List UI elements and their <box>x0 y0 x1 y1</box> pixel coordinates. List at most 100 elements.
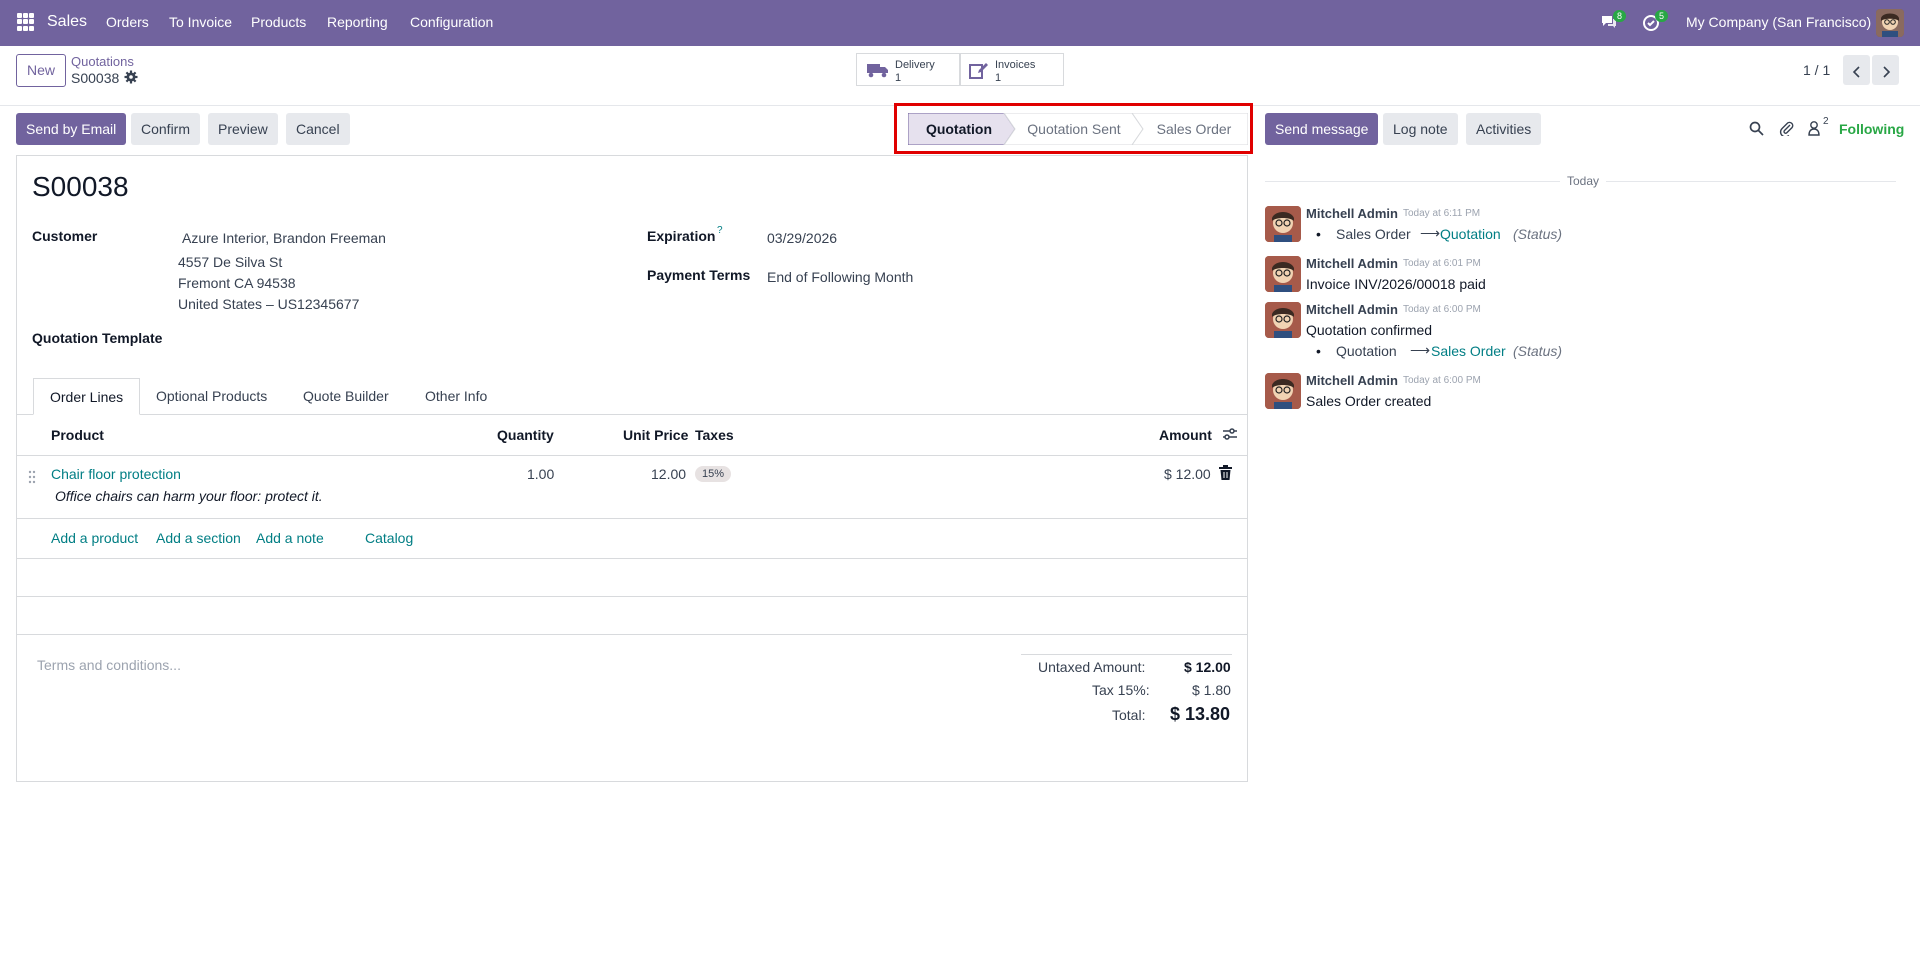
send-message-button[interactable]: Send message <box>1265 113 1379 145</box>
messages-count-badge: 8 <box>1613 10 1627 22</box>
delete-line-trash-icon[interactable] <box>1219 465 1232 483</box>
untaxed-amount-value: $ 12.00 <box>1184 659 1231 675</box>
preview-button[interactable]: Preview <box>208 113 278 145</box>
avatar[interactable] <box>1265 256 1301 292</box>
add-note-link[interactable]: Add a note <box>256 530 324 546</box>
confirm-button[interactable]: Confirm <box>131 113 201 145</box>
smart-button-delivery[interactable]: Delivery 1 <box>856 53 960 86</box>
order-line-tax-badge[interactable]: 15% <box>695 466 732 482</box>
delivery-label: Delivery <box>895 59 935 71</box>
invoices-count: 1 <box>995 72 1002 84</box>
column-header-unit-price[interactable]: Unit Price <box>623 427 688 443</box>
tracking-field: (Status) <box>1513 226 1563 242</box>
tax-value: $ 1.80 <box>1192 682 1231 698</box>
customer-label: Customer <box>32 228 98 244</box>
untaxed-amount-label: Untaxed Amount: <box>1038 659 1146 675</box>
add-product-link[interactable]: Add a product <box>51 530 138 546</box>
table-row[interactable]: Chair floor protection Office chairs can… <box>16 456 1248 518</box>
total-value: $ 13.80 <box>1170 704 1231 724</box>
tracking-old-value: Quotation <box>1336 343 1397 359</box>
date-separator-line-right <box>1606 181 1896 182</box>
order-line-product[interactable]: Chair floor protection <box>51 466 181 482</box>
tab-quote-builder[interactable]: Quote Builder <box>287 378 405 415</box>
app-name[interactable]: Sales <box>47 13 87 31</box>
user-avatar-icon <box>1876 9 1904 37</box>
message-time: Today at 6:00 PM <box>1403 304 1481 315</box>
quotation-template-label: Quotation Template <box>32 330 163 346</box>
row-divider <box>16 518 1248 519</box>
user-avatar[interactable] <box>1876 9 1904 37</box>
menu-products[interactable]: Products <box>251 14 306 30</box>
message-author[interactable]: Mitchell Admin <box>1306 206 1398 221</box>
column-header-quantity[interactable]: Quantity <box>497 427 554 443</box>
record-actions-gear-icon[interactable] <box>124 70 138 87</box>
author-avatar-icon <box>1265 256 1301 292</box>
column-settings-icon[interactable] <box>1222 427 1238 444</box>
menu-reporting[interactable]: Reporting <box>327 14 388 30</box>
message-author[interactable]: Mitchell Admin <box>1306 302 1398 317</box>
company-switcher[interactable]: My Company (San Francisco) <box>1686 14 1871 30</box>
menu-configuration[interactable]: Configuration <box>410 14 493 30</box>
send-by-email-button[interactable]: Send by Email <box>16 113 127 145</box>
totals-divider <box>1021 654 1232 655</box>
log-note-button[interactable]: Log note <box>1383 113 1458 145</box>
pager-next-button[interactable] <box>1872 55 1899 85</box>
avatar[interactable] <box>1265 373 1301 409</box>
payment-terms-field[interactable]: End of Following Month <box>767 269 913 285</box>
catalog-link[interactable]: Catalog <box>365 530 413 546</box>
tab-other-info[interactable]: Other Info <box>409 378 503 415</box>
customer-address-line-2: Fremont CA 94538 <box>178 275 296 291</box>
menu-orders[interactable]: Orders <box>106 14 149 30</box>
message-body: Sales Order created <box>1306 393 1432 409</box>
followers-count: 2 <box>1823 116 1829 127</box>
message-body: Invoice INV/2026/00018 paid <box>1306 276 1486 292</box>
followers-icon[interactable] <box>1808 120 1820 139</box>
truck-icon <box>867 64 888 78</box>
pager-previous-button[interactable] <box>1843 55 1870 85</box>
column-header-product[interactable]: Product <box>51 427 104 443</box>
delivery-count: 1 <box>895 72 902 84</box>
cancel-button[interactable]: Cancel <box>286 113 350 145</box>
tab-order-lines[interactable]: Order Lines <box>33 378 141 415</box>
record-title: S00038 <box>32 171 129 202</box>
top-navbar: Sales Orders To Invoice Products Reporti… <box>0 0 1920 46</box>
message-author[interactable]: Mitchell Admin <box>1306 373 1398 388</box>
add-section-link[interactable]: Add a section <box>156 530 241 546</box>
message-time: Today at 6:11 PM <box>1403 208 1481 219</box>
new-button[interactable]: New <box>16 54 67 87</box>
expiration-help-icon[interactable]: ? <box>717 225 723 236</box>
activities-button-chatter[interactable]: Activities <box>1466 113 1542 145</box>
avatar[interactable] <box>1265 206 1301 242</box>
drag-handle-icon[interactable] <box>28 470 36 487</box>
message-time: Today at 6:01 PM <box>1403 258 1481 269</box>
avatar[interactable] <box>1265 302 1301 338</box>
quotation-template-field[interactable] <box>178 326 618 350</box>
column-header-taxes[interactable]: Taxes <box>695 427 734 443</box>
column-header-amount[interactable]: Amount <box>1159 427 1212 443</box>
arrow-right-icon: ⟶ <box>1420 225 1441 241</box>
smart-button-invoices[interactable]: Invoices 1 <box>960 53 1064 86</box>
total-label: Total: <box>1112 707 1146 723</box>
apps-menu-icon[interactable] <box>17 13 35 31</box>
author-avatar-icon <box>1265 373 1301 409</box>
customer-field[interactable]: Azure Interior, Brandon Freeman <box>182 230 386 246</box>
breadcrumb-quotations[interactable]: Quotations <box>71 54 134 69</box>
tracking-field: (Status) <box>1513 343 1563 359</box>
paperclip-icon[interactable] <box>1779 120 1794 139</box>
row-divider <box>16 558 1248 559</box>
search-icon[interactable] <box>1749 121 1764 139</box>
message-author[interactable]: Mitchell Admin <box>1306 256 1398 271</box>
expiration-label: Expiration <box>647 228 716 244</box>
expiration-field[interactable]: 03/29/2026 <box>767 230 837 246</box>
tab-optional-products[interactable]: Optional Products <box>140 378 283 415</box>
menu-to-invoice[interactable]: To Invoice <box>169 14 232 30</box>
date-separator-line-left <box>1265 181 1560 182</box>
edit-icon <box>969 63 988 79</box>
order-line-quantity[interactable]: 1.00 <box>527 466 554 482</box>
following-button[interactable]: Following <box>1839 121 1904 137</box>
pager-value[interactable]: 1 / 1 <box>1803 62 1830 78</box>
tracking-new-value: Quotation <box>1440 226 1501 242</box>
order-line-unit-price[interactable]: 12.00 <box>651 466 686 482</box>
payment-terms-label: Payment Terms <box>647 267 751 283</box>
terms-conditions-field[interactable]: Terms and conditions... <box>37 657 181 673</box>
